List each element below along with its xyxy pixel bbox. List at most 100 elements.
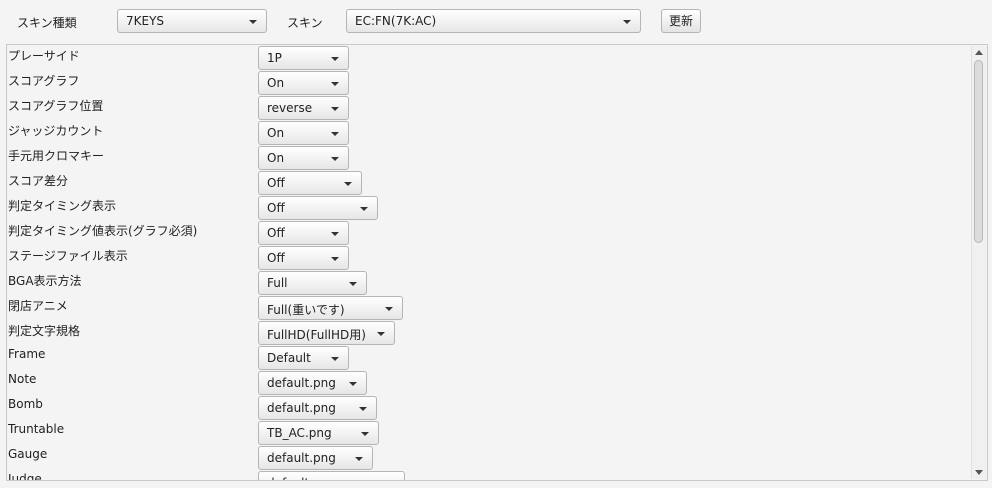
skin-toolbar: スキン種類 7KEYS スキン EC:FN(7K:AC) 更新	[0, 0, 992, 44]
chevron-down-icon	[361, 432, 369, 436]
skin-option-row: Gauge default.png	[7, 445, 973, 470]
skin-option-row: スコア差分 Off	[7, 170, 973, 195]
skin-option-value: Off	[267, 176, 285, 190]
skin-option-label: Gauge	[8, 447, 48, 461]
chevron-down-icon	[377, 332, 385, 336]
skin-option-select[interactable]: Default	[258, 346, 349, 370]
skin-option-label: Note	[8, 372, 37, 386]
chevron-down-icon	[249, 20, 257, 24]
skin-option-value: Full(重いです)	[267, 303, 345, 317]
skin-option-select[interactable]: Full(重いです)	[258, 296, 403, 320]
skin-type-value: 7KEYS	[126, 14, 165, 28]
skin-option-value: On	[267, 151, 285, 165]
skin-option-select[interactable]: Full	[258, 271, 367, 295]
skin-option-label: Frame	[8, 347, 46, 361]
skin-option-value: 1P	[267, 51, 282, 65]
skin-option-row: 閉店アニメ Full(重いです)	[7, 295, 973, 320]
chevron-down-icon	[331, 357, 339, 361]
skin-option-row: Judge default	[7, 470, 973, 481]
skin-option-label: Truntable	[8, 422, 65, 436]
chevron-down-icon	[331, 257, 339, 261]
skin-option-row: 判定文字規格 FullHD(FullHD用)	[7, 320, 973, 345]
skin-option-select[interactable]: FullHD(FullHD用)	[258, 321, 395, 345]
skin-option-value: Off	[267, 201, 285, 215]
skin-option-value: On	[267, 126, 285, 140]
skin-option-label: 判定タイミング値表示(グラフ必須)	[8, 224, 198, 238]
skin-options-panel: プレーサイド 1P スコアグラフ On スコアグラフ位置 reverse ジャッジカウント O…	[6, 44, 988, 481]
skin-option-value: Off	[267, 251, 285, 265]
skin-option-label: スコア差分	[8, 174, 69, 188]
skin-option-value: FullHD(FullHD用)	[267, 328, 366, 342]
chevron-down-icon	[331, 107, 339, 111]
skin-option-label: Judge	[8, 472, 42, 481]
chevron-down-icon	[385, 307, 393, 311]
chevron-down-icon	[349, 382, 357, 386]
skin-option-row: BGA表示方法 Full	[7, 270, 973, 295]
skin-option-value: default.png	[267, 401, 336, 415]
chevron-down-icon	[623, 20, 631, 24]
skin-option-select[interactable]: 1P	[258, 46, 349, 70]
skin-value: EC:FN(7K:AC)	[355, 14, 437, 28]
skin-option-row: プレーサイド 1P	[7, 45, 973, 70]
skin-option-label: ジャッジカウント	[8, 124, 104, 138]
skin-option-select[interactable]: reverse	[258, 96, 349, 120]
skin-option-row: ステージファイル表示 Off	[7, 245, 973, 270]
skin-type-select[interactable]: 7KEYS	[117, 9, 267, 33]
skin-option-label: BGA表示方法	[8, 274, 82, 288]
skin-option-label: ステージファイル表示	[8, 249, 128, 263]
skin-option-select[interactable]: Off	[258, 221, 349, 245]
skin-options-list: プレーサイド 1P スコアグラフ On スコアグラフ位置 reverse ジャッジカウント O…	[7, 45, 973, 481]
skin-type-label: スキン種類	[17, 16, 77, 30]
scroll-up-arrow-icon[interactable]	[975, 50, 983, 55]
chevron-down-icon	[344, 182, 352, 186]
skin-option-select[interactable]: Off	[258, 171, 362, 195]
skin-option-select[interactable]: default.png	[258, 396, 377, 420]
skin-option-value: default.png	[267, 376, 336, 390]
chevron-down-icon	[360, 207, 368, 211]
skin-option-select[interactable]: default.png	[258, 371, 367, 395]
skin-option-label: 判定文字規格	[8, 324, 81, 338]
skin-option-row: スコアグラフ位置 reverse	[7, 95, 973, 120]
chevron-down-icon	[355, 457, 363, 461]
skin-option-value: default	[267, 476, 309, 480]
skin-option-label: 閉店アニメ	[8, 299, 68, 313]
chevron-down-icon	[331, 232, 339, 236]
vertical-scrollbar[interactable]	[971, 46, 986, 479]
skin-option-select[interactable]: On	[258, 121, 349, 145]
skin-option-label: Bomb	[8, 397, 43, 411]
skin-option-row: 判定タイミング表示 Off	[7, 195, 973, 220]
skin-option-row: ジャッジカウント On	[7, 120, 973, 145]
skin-option-row: スコアグラフ On	[7, 70, 973, 95]
chevron-down-icon	[359, 407, 367, 411]
skin-option-select[interactable]: Off	[258, 196, 378, 220]
skin-option-value: Off	[267, 226, 285, 240]
skin-option-row: Frame Default	[7, 345, 973, 370]
chevron-down-icon	[331, 82, 339, 86]
skin-option-label: 判定タイミング表示	[8, 199, 117, 213]
skin-option-row: 判定タイミング値表示(グラフ必須) Off	[7, 220, 973, 245]
skin-option-row: 手元用クロマキー On	[7, 145, 973, 170]
skin-option-select[interactable]: On	[258, 146, 349, 170]
skin-option-select[interactable]: default	[258, 471, 405, 480]
skin-label: スキン	[287, 16, 323, 30]
refresh-button[interactable]: 更新	[661, 9, 701, 33]
skin-option-select[interactable]: default.png	[258, 446, 373, 470]
chevron-down-icon	[331, 132, 339, 136]
scroll-down-arrow-icon[interactable]	[975, 470, 983, 475]
skin-option-row: Note default.png	[7, 370, 973, 395]
skin-option-select[interactable]: TB_AC.png	[258, 421, 379, 445]
skin-option-select[interactable]: On	[258, 71, 349, 95]
skin-option-select[interactable]: Off	[258, 246, 349, 270]
chevron-down-icon	[331, 157, 339, 161]
scrollbar-thumb[interactable]	[974, 60, 983, 243]
skin-option-label: スコアグラフ	[8, 74, 80, 88]
skin-option-value: default.png	[267, 451, 336, 465]
skin-select[interactable]: EC:FN(7K:AC)	[346, 9, 641, 33]
skin-option-label: スコアグラフ位置	[8, 99, 104, 113]
skin-option-label: プレーサイド	[8, 49, 80, 63]
skin-option-value: TB_AC.png	[267, 426, 332, 440]
skin-option-value: reverse	[267, 101, 313, 115]
skin-option-row: Truntable TB_AC.png	[7, 420, 973, 445]
skin-option-value: Full	[267, 276, 288, 290]
skin-option-row: Bomb default.png	[7, 395, 973, 420]
